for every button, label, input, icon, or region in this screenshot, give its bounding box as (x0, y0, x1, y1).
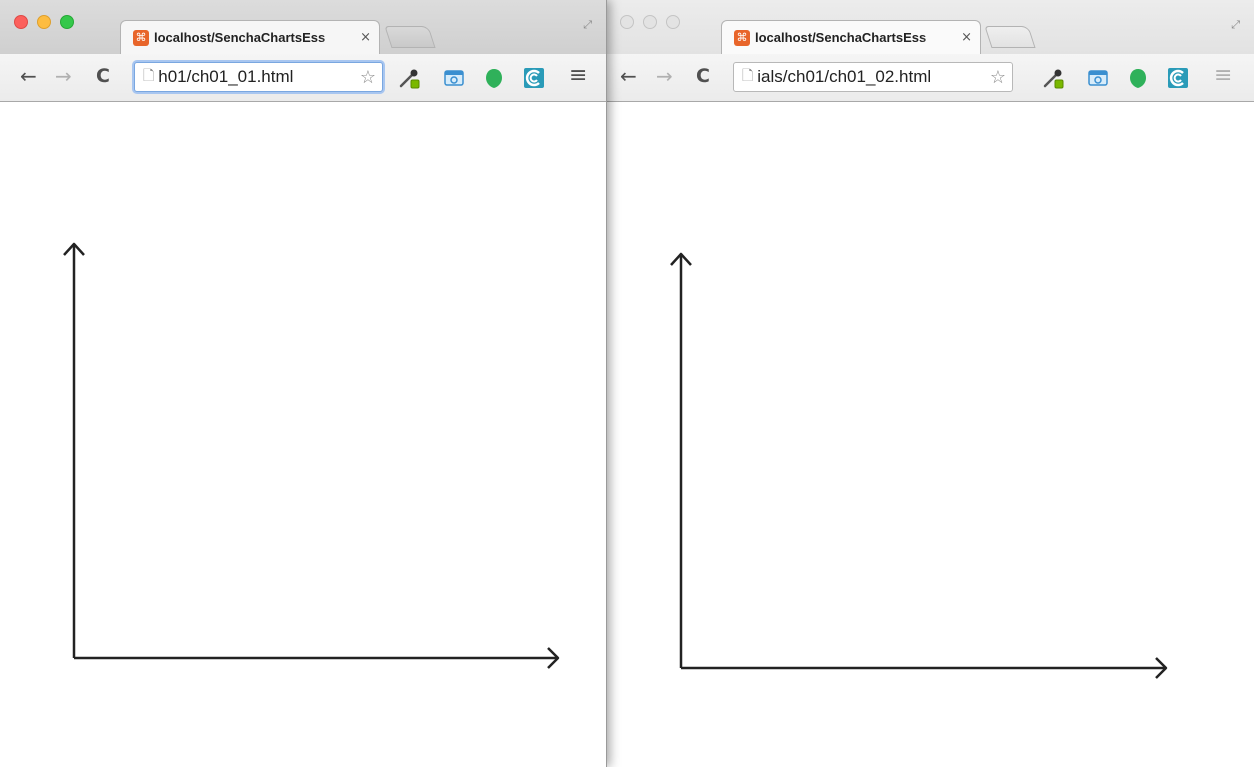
tab-localhost[interactable]: ⌘ localhost/SenchaChartsEss × (120, 20, 380, 54)
extension-c-icon[interactable] (1167, 67, 1189, 89)
browser-window-right: ⌘ localhost/SenchaChartsEss × ⤢ ← → C 🗋 … (606, 0, 1254, 767)
menu-icon[interactable]: ≡ (1214, 65, 1232, 87)
eyedropper-extension-icon[interactable] (398, 67, 420, 89)
xampp-favicon-icon: ⌘ (734, 29, 750, 46)
page-icon: 🗋 (143, 68, 155, 84)
tab-close-button[interactable]: × (360, 30, 371, 45)
close-window-button[interactable] (620, 15, 634, 29)
close-window-button[interactable] (14, 15, 28, 29)
window-controls (14, 15, 74, 29)
back-arrow-icon[interactable]: ← (20, 65, 37, 87)
tab-strip: ⌘ localhost/SenchaChartsEss × ⤢ (606, 0, 1254, 55)
back-arrow-icon[interactable]: ← (620, 65, 637, 87)
url-text[interactable]: h01/ch01_01.html (158, 67, 360, 87)
tab-title: localhost/SenchaChartsEss (755, 30, 927, 45)
address-bar[interactable]: 🗋 ials/ch01/ch01_02.html ☆ (733, 62, 1013, 92)
screenshot-extension-icon[interactable] (443, 67, 465, 89)
forward-arrow-icon[interactable]: → (656, 65, 673, 87)
page-content (0, 102, 606, 767)
tab-strip: ⌘ localhost/SenchaChartsEss × ⤢ (0, 0, 606, 55)
reload-icon[interactable]: C (96, 65, 110, 87)
screenshot-extension-icon[interactable] (1087, 67, 1109, 89)
xampp-favicon-icon: ⌘ (133, 29, 149, 46)
zoom-window-button[interactable] (60, 15, 74, 29)
tab-title: localhost/SenchaChartsEss (154, 30, 326, 45)
reload-icon[interactable]: C (696, 65, 710, 87)
browser-toolbar: ← → C 🗋 h01/ch01_01.html ☆ ≡ (0, 54, 606, 102)
extension-c-icon[interactable] (523, 67, 545, 89)
tab-localhost[interactable]: ⌘ localhost/SenchaChartsEss × (721, 20, 981, 54)
page-icon: 🗋 (742, 68, 754, 84)
eyedropper-extension-icon[interactable] (1042, 67, 1064, 89)
forward-arrow-icon[interactable]: → (55, 65, 72, 87)
axes-drawing (63, 242, 560, 669)
evernote-extension-icon[interactable] (1127, 67, 1149, 89)
url-text[interactable]: ials/ch01/ch01_02.html (757, 67, 990, 87)
browser-window-left: ⌘ localhost/SenchaChartsEss × ⤢ ← → C 🗋 … (0, 0, 607, 767)
fullscreen-icon[interactable]: ⤢ (583, 18, 592, 32)
minimize-window-button[interactable] (643, 15, 657, 29)
zoom-window-button[interactable] (666, 15, 680, 29)
axes-drawing (670, 252, 1168, 679)
menu-icon[interactable]: ≡ (569, 65, 587, 87)
new-tab-button[interactable] (984, 26, 1036, 48)
browser-toolbar: ← → C 🗋 ials/ch01/ch01_02.html ☆ ≡ (606, 54, 1254, 102)
star-icon[interactable]: ☆ (990, 67, 1006, 88)
fullscreen-icon[interactable]: ⤢ (1231, 18, 1240, 32)
address-bar[interactable]: 🗋 h01/ch01_01.html ☆ (134, 62, 383, 92)
new-tab-button[interactable] (384, 26, 436, 48)
window-controls (620, 15, 680, 29)
star-icon[interactable]: ☆ (360, 67, 376, 88)
evernote-extension-icon[interactable] (483, 67, 505, 89)
minimize-window-button[interactable] (37, 15, 51, 29)
tab-close-button[interactable]: × (961, 30, 972, 45)
page-content (606, 102, 1254, 767)
